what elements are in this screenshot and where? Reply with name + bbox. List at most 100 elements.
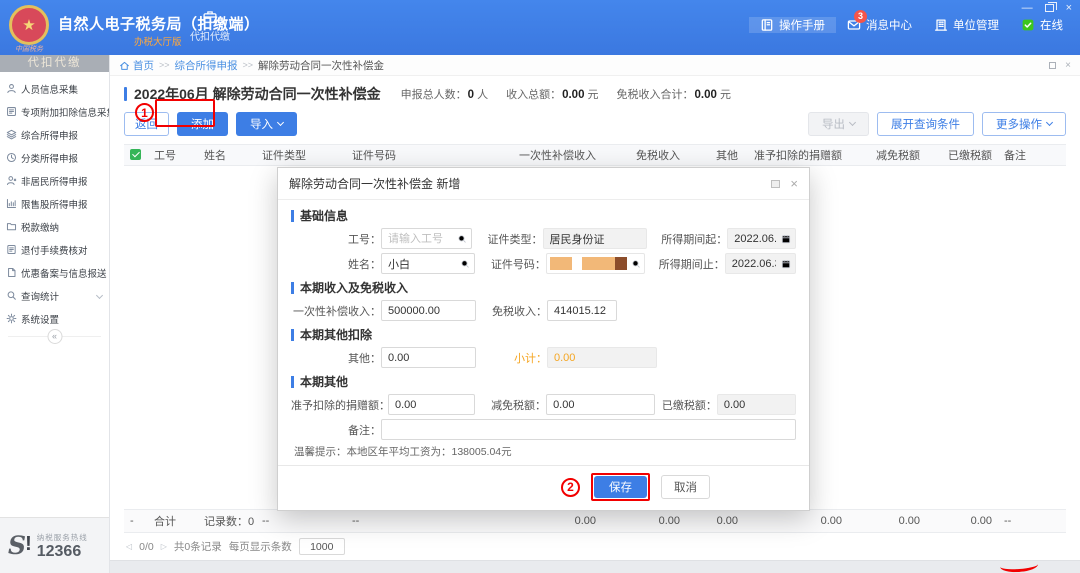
sidebar-item-special-deduction[interactable]: 专项附加扣除信息采集 [0,100,109,123]
sidebar-item-label: 综合所得申报 [21,128,78,142]
sidebar-item-comprehensive-income[interactable]: 综合所得申报 [0,123,109,146]
tax-free-label: 免税收入： [479,303,547,319]
modal-close-icon[interactable]: × [790,179,798,189]
annotation-box-save: 保存 [591,473,650,501]
sidebar-item-nonresident-income[interactable]: 非居民所得申报 [0,169,109,192]
save-button[interactable]: 保存 [594,476,647,498]
sidebar-item-query-statistics[interactable]: 查询统计 [0,284,109,307]
search-icon [457,234,467,244]
more-actions-button[interactable]: 更多操作 [982,112,1066,136]
breadcrumb-link[interactable]: 综合所得申报 [175,58,238,73]
topnav-online-status[interactable]: 在线 [1010,17,1074,33]
gear-icon [6,313,17,324]
footer-cell-9: 0.00 [848,515,926,527]
table-header-row: 工号姓名证件类型证件号码一次性补偿收入免税收入其他准予扣除的捐赠额减免税额已缴税… [124,144,1066,166]
cert-no-input[interactable] [546,253,645,274]
sidebar-item-preferential-filing[interactable]: 优惠备案与信息报送 [0,261,109,284]
tab-close-icon[interactable]: × [1065,60,1071,71]
section-deduction: 本期其他扣除 [291,326,796,343]
hotline-block: S! 纳税服务热线 12366 [0,517,109,573]
layers-icon [6,129,17,140]
hotline-label: 纳税服务热线 [37,532,88,543]
page-indicator: 0/0 [139,541,154,553]
footer-cell-1: 合计 [148,513,198,529]
page-stat: 免税收入合计：0.00 元 [617,86,731,102]
column-header-3: 证件号码 [346,147,484,163]
sidebar-item-label: 限售股所得申报 [21,197,88,211]
job-no-input[interactable] [386,232,454,246]
table-footer-row: -合计记录数：0----0.000.000.000.000.000.00-- [124,509,1066,533]
topnav-org-management[interactable]: 单位管理 [923,17,1010,33]
add-button[interactable]: 添加 [177,112,228,136]
period-start-input[interactable] [732,232,778,246]
footer-cell-7: 0.00 [686,515,744,527]
tab-maximize-icon[interactable] [1049,62,1056,69]
sidebar-item-tax-payment[interactable]: 税款缴纳 [0,215,109,238]
topnav-label: 单位管理 [953,17,999,33]
idnumber-redaction-block [582,257,615,270]
column-header-7: 准予扣除的捐赠额 [744,147,848,163]
calendar-icon [781,234,791,244]
restore-button[interactable] [1045,4,1054,12]
sidebar-collapse-button[interactable]: « [47,329,62,344]
idnumber-redaction-block [550,257,572,270]
sidebar-item-system-settings[interactable]: 系统设置 [0,307,109,330]
subtotal-input [552,351,652,365]
window-titlebar: ★ 中国税务 自然人电子税务局（扣缴端） 办税大厅版 代扣代缴 操作手册3消息中… [0,0,1080,55]
topnav-manual[interactable]: 操作手册 [749,17,836,33]
topnav-messages[interactable]: 3消息中心 [836,17,923,33]
sidebar-item-label: 退付手续费核对 [21,243,88,257]
sidebar-collapse-divider: « [8,336,101,346]
page-header: 2022年06月 解除劳动合同一次性补偿金 申报总人数：0 人收入总额：0.00… [110,76,1080,107]
add-record-modal: 解除劳动合同一次性补偿金 新增 × 基础信息 工号： 证件类型： 所得期间起： … [277,167,810,511]
sidebar-item-restricted-stock[interactable]: 限售股所得申报 [0,192,109,215]
sidebar-item-refund-fee-check[interactable]: 退付手续费核对 [0,238,109,261]
emblem-caption: 中国税务 [6,44,52,54]
window-controls: — × [1022,2,1072,14]
modal-maximize-icon[interactable] [771,180,780,188]
briefcase-icon [202,9,218,25]
check-icon [1021,18,1035,32]
sidebar-item-label: 专项附加扣除信息采集 [21,105,109,119]
column-header-2: 证件类型 [256,147,346,163]
breadcrumb-separator: >> [243,60,254,70]
period-start-label: 所得期间起： [650,231,727,247]
prev-page-icon[interactable]: ◁ [126,542,132,551]
remark-input[interactable] [386,423,791,437]
cancel-button[interactable]: 取消 [661,475,710,499]
breadcrumb-current: 解除劳动合同一次性补偿金 [258,58,384,73]
tax-relief-input[interactable] [551,398,650,412]
page-size-input[interactable] [299,538,345,555]
import-button[interactable]: 导入 [236,112,297,136]
tax-paid-input [722,398,791,412]
chevron-down-icon [96,292,103,299]
tab-withholding[interactable]: 代扣代缴 [190,9,230,43]
page-size-label: 每页显示条数 [229,539,292,554]
footer-cell-8: 0.00 [744,515,848,527]
cert-no-label: 证件号码： [478,256,546,272]
minimize-button[interactable]: — [1022,2,1033,14]
export-button[interactable]: 导出 [808,112,869,136]
tax-free-input[interactable] [552,304,612,318]
cert-type-input [548,232,643,246]
page-stat: 申报总人数：0 人 [401,86,488,102]
close-button[interactable]: × [1066,2,1072,14]
compensation-input[interactable] [386,304,471,318]
next-page-icon[interactable]: ▷ [161,542,167,551]
column-header-0: 工号 [148,147,198,163]
other-input[interactable] [386,351,471,365]
footer-cell-5: 0.00 [484,515,602,527]
sidebar-item-classified-income[interactable]: 分类所得申报 [0,146,109,169]
sidebar-item-label: 优惠备案与信息报送 [21,266,107,280]
sidebar-menu: 人员信息采集专项附加扣除信息采集综合所得申报分类所得申报非居民所得申报限售股所得… [0,72,109,330]
breadcrumb-link[interactable]: 首页 [119,58,154,73]
sidebar-item-personnel-info[interactable]: 人员信息采集 [0,77,109,100]
select-all-checkbox[interactable] [124,149,148,161]
expand-query-button[interactable]: 展开查询条件 [877,112,974,136]
name-input[interactable] [386,257,457,271]
breadcrumb: 首页>>综合所得申报>>解除劳动合同一次性补偿金× [110,55,1080,76]
footer-cell-3: -- [256,515,346,527]
search-icon [631,259,641,269]
period-end-input[interactable] [730,257,778,271]
donation-input[interactable] [393,398,470,412]
